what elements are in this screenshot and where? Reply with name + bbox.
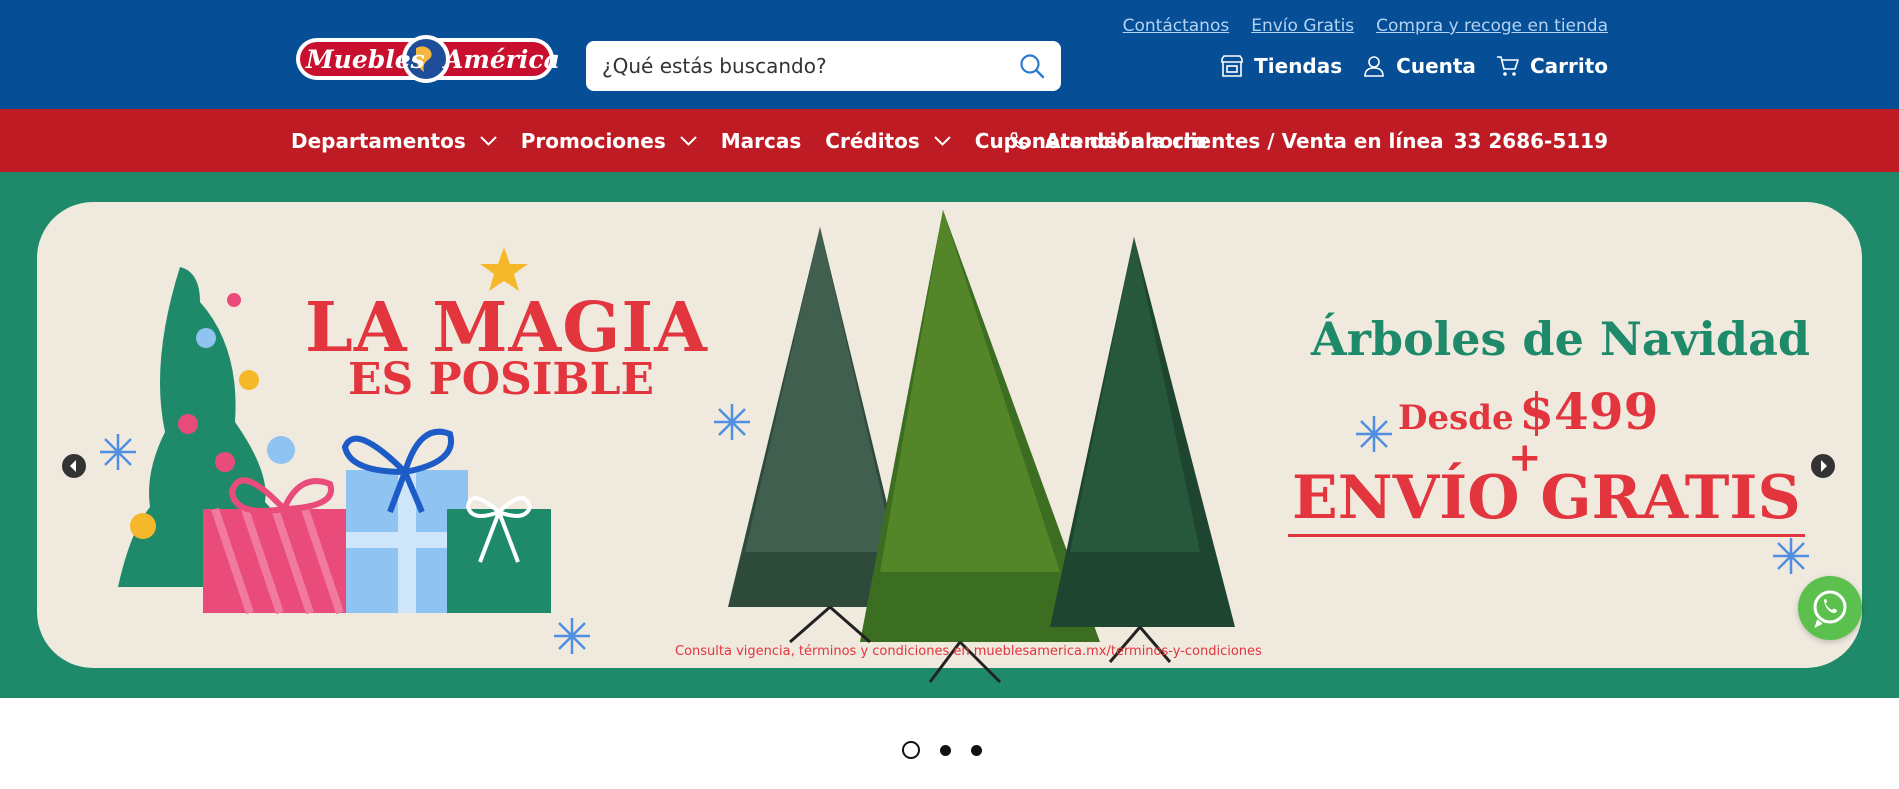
carousel-dot-3[interactable] — [971, 744, 982, 756]
banner-free-shipping: ENVÍO GRATIS — [1288, 462, 1805, 537]
store-icon — [1221, 55, 1243, 77]
support-phone: 33 2686-5119 — [1453, 128, 1608, 153]
carousel-dot-2[interactable] — [940, 744, 951, 756]
nav-item-departamentos[interactable]: Departamentos — [291, 129, 497, 153]
account-button[interactable]: Cuenta — [1362, 54, 1476, 78]
chevron-down-icon — [680, 135, 697, 146]
carousel-indicators — [902, 741, 982, 759]
top-header: Muebles América Contáctanos Envío Gratis… — [0, 0, 1899, 109]
search-input[interactable] — [602, 41, 1002, 91]
banner-price: Desde $499 — [1398, 382, 1658, 441]
main-nav-bar: Departamentos Promociones Marcas Crédito… — [0, 109, 1899, 172]
chevron-down-icon — [480, 135, 497, 146]
muebles-america-logo[interactable]: Muebles América — [294, 30, 560, 88]
cart-label: Carrito — [1529, 54, 1608, 78]
carousel-prev-button[interactable] — [62, 454, 86, 478]
cart-button[interactable]: Carrito — [1496, 54, 1608, 78]
chevron-left-icon — [70, 460, 76, 472]
support-label: Atención a clientes / Venta en línea — [1044, 128, 1444, 153]
carousel-next-button[interactable] — [1811, 454, 1835, 478]
whatsapp-button[interactable] — [1798, 576, 1862, 640]
pickup-in-store-link[interactable]: Compra y recoge en tienda — [1376, 16, 1608, 36]
nav-item-label: Marcas — [720, 128, 802, 153]
hero-banner[interactable]: LA MAGIA ES POSIBLE Árboles de Navidad D… — [0, 172, 1899, 698]
contact-link[interactable]: Contáctanos — [1123, 16, 1230, 36]
banner-price-value: $499 — [1519, 382, 1659, 441]
top-links: Contáctanos Envío Gratis Compra y recoge… — [1123, 16, 1608, 36]
account-label: Cuenta — [1396, 54, 1476, 78]
chevron-right-icon — [1821, 460, 1827, 472]
chevron-down-icon — [934, 135, 951, 146]
free-shipping-link[interactable]: Envío Gratis — [1251, 16, 1354, 36]
nav-item-label: Créditos — [825, 128, 920, 153]
svg-text:Muebles: Muebles — [305, 45, 425, 74]
nav-item-label: Departamentos — [291, 128, 466, 153]
user-icon — [1364, 56, 1384, 77]
svg-text:América: América — [442, 45, 558, 74]
cart-icon — [1496, 56, 1519, 76]
phone-icon — [1010, 131, 1028, 149]
search-icon[interactable] — [1019, 53, 1045, 79]
banner-product-title: Árboles de Navidad — [1311, 312, 1811, 366]
banner-legal-text: Consulta vigencia, términos y condicione… — [675, 644, 1262, 659]
nav-item-promociones[interactable]: Promociones — [521, 129, 697, 153]
search-box — [586, 41, 1061, 91]
customer-support[interactable]: Atención a clientes / Venta en línea 33 … — [1009, 109, 1608, 172]
stores-button[interactable]: Tiendas — [1220, 54, 1342, 78]
banner-headline-2: ES POSIBLE — [348, 354, 655, 405]
nav-item-creditos[interactable]: Créditos — [825, 128, 951, 153]
nav-item-label: Promociones — [520, 128, 666, 153]
nav-item-marcas[interactable]: Marcas — [721, 129, 802, 153]
carousel-dot-1[interactable] — [902, 741, 920, 759]
banner-desde: Desde — [1398, 398, 1514, 438]
whatsapp-icon — [1813, 590, 1847, 628]
stores-label: Tiendas — [1254, 54, 1343, 78]
account-bar: Tiendas Cuenta Carrito — [1220, 54, 1608, 78]
